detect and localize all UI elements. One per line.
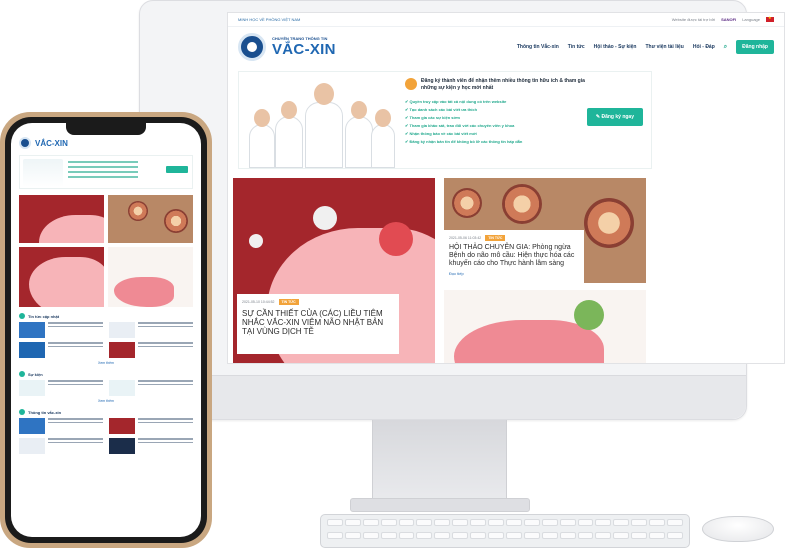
mobile-article-tile[interactable] bbox=[19, 195, 104, 243]
main-nav: Thông tin Vắc-xin Tin tức Hội thảo - Sự … bbox=[517, 40, 774, 54]
read-more-link[interactable]: Đọc tiếp bbox=[449, 271, 579, 276]
article-date: 2021-05-06 11:03:42 bbox=[449, 236, 482, 240]
mouse bbox=[702, 516, 774, 542]
article-tag[interactable]: TIN TỨC bbox=[278, 299, 299, 305]
list-item[interactable] bbox=[19, 342, 103, 358]
mobile-article-tile[interactable] bbox=[108, 247, 193, 307]
user-icon bbox=[405, 78, 417, 90]
imac-chin bbox=[140, 375, 746, 419]
phone-frame: VẮC-XIN Tin tức cập nhật Xem thêm Sự kiệ… bbox=[0, 112, 212, 548]
mobile-events-list bbox=[19, 380, 193, 396]
featured-article-right[interactable]: 2021-05-06 11:03:42 TIN TỨC HỘI THẢO CHU… bbox=[444, 178, 646, 283]
mobile-vaccine-list bbox=[19, 418, 193, 454]
list-item[interactable] bbox=[19, 438, 103, 454]
login-button[interactable]: Đăng nhập bbox=[736, 40, 774, 54]
nav-item-vaccine-info[interactable]: Thông tin Vắc-xin bbox=[517, 44, 559, 50]
keyboard bbox=[320, 514, 690, 548]
benefit-item: Tham gia khảo sát, trao đổi với các chuy… bbox=[405, 122, 585, 130]
list-item[interactable] bbox=[109, 438, 193, 454]
list-item[interactable] bbox=[109, 418, 193, 434]
view-more-link[interactable]: Xem thêm bbox=[11, 399, 201, 403]
benefit-item: Tham gia các sự kiện sớm bbox=[405, 114, 585, 122]
logo-emblem-icon bbox=[19, 137, 31, 149]
desktop-website: MINH HỌC VỀ PHÒNG VIỆT NAM Website được … bbox=[227, 12, 785, 364]
site-logo[interactable]: CHUYÊN TRANG THÔNG TIN VẮC-XIN bbox=[238, 33, 336, 61]
signup-banner: Đăng ký thành viên để nhận thêm nhiều th… bbox=[238, 71, 652, 169]
mobile-register-button[interactable] bbox=[166, 166, 188, 173]
nav-item-events[interactable]: Hội thảo - Sự kiện bbox=[594, 44, 637, 50]
vietnam-flag-icon[interactable] bbox=[766, 15, 774, 22]
doctors-illustration bbox=[245, 76, 395, 168]
mobile-news-list bbox=[19, 322, 193, 358]
list-item[interactable] bbox=[19, 322, 103, 338]
view-more-link[interactable]: Xem thêm bbox=[11, 361, 201, 365]
mobile-article-tile[interactable] bbox=[108, 195, 193, 243]
article-title[interactable]: HỘI THẢO CHUYÊN GIA: Phòng ngừa Bệnh do … bbox=[449, 244, 579, 268]
section-icon bbox=[19, 409, 25, 415]
section-header: Tin tức cập nhật bbox=[19, 313, 193, 319]
nav-item-library[interactable]: Thư viện tài liệu bbox=[645, 44, 683, 50]
benefits-list: Quyền truy cập vào tất cả nội dung có tr… bbox=[405, 98, 585, 146]
top-strip-right: Website được tài trợ bởi SANOFI Language bbox=[671, 15, 774, 22]
benefit-item: Quyền truy cập vào tất cả nội dung có tr… bbox=[405, 98, 585, 106]
top-strip: MINH HỌC VỀ PHÒNG VIỆT NAM Website được … bbox=[228, 13, 784, 27]
mobile-article-tile[interactable] bbox=[19, 247, 104, 307]
top-strip-left[interactable]: MINH HỌC VỀ PHÒNG VIỆT NAM bbox=[238, 17, 300, 22]
article-card[interactable]: 2021-05-06 11:03:42 TIN TỨC HỘI THẢO CHU… bbox=[444, 230, 584, 283]
site-header: CHUYÊN TRANG THÔNG TIN VẮC-XIN Thông tin… bbox=[228, 27, 784, 67]
article-tag[interactable]: TIN TỨC bbox=[485, 235, 506, 241]
nav-item-news[interactable]: Tin tức bbox=[568, 44, 585, 50]
list-item[interactable] bbox=[109, 342, 193, 358]
register-button[interactable]: ✎ Đăng ký ngay bbox=[586, 108, 643, 126]
benefit-item: Nhận thông báo về các bài viết mới bbox=[405, 130, 585, 138]
section-header: Sự kiện bbox=[19, 371, 193, 377]
sponsor-text: Website được tài trợ bởi bbox=[671, 17, 716, 22]
section-header: Thông tin vắc-xin bbox=[19, 409, 193, 415]
imac-stand-foot bbox=[350, 498, 530, 512]
signup-text: Đăng ký thành viên để nhận thêm nhiều th… bbox=[405, 78, 585, 146]
nav-item-qa[interactable]: Hỏi - Đáp bbox=[693, 44, 715, 50]
mobile-website: VẮC-XIN Tin tức cập nhật Xem thêm Sự kiệ… bbox=[11, 123, 201, 537]
list-item[interactable] bbox=[19, 418, 103, 434]
article-thumbnail[interactable] bbox=[444, 290, 646, 363]
list-item[interactable] bbox=[19, 380, 103, 396]
benefit-item: Tạo danh sách các bài viết ưa thích bbox=[405, 106, 585, 114]
section-icon bbox=[19, 371, 25, 377]
list-item[interactable] bbox=[109, 380, 193, 396]
list-item[interactable] bbox=[109, 322, 193, 338]
virus-icon bbox=[249, 234, 263, 248]
phone-notch bbox=[66, 123, 146, 135]
logo-name: VẮC-XIN bbox=[272, 41, 336, 58]
mobile-logo-name[interactable]: VẮC-XIN bbox=[35, 139, 68, 148]
virus-icon bbox=[574, 300, 604, 330]
signup-title: Đăng ký thành viên để nhận thêm nhiều th… bbox=[405, 78, 585, 92]
featured-article-left[interactable]: 2021-05-10 10:44:52 TIN TỨC SỰ CẦN THIẾT… bbox=[233, 178, 435, 363]
virus-icon bbox=[379, 222, 413, 256]
benefit-item: Đăng ký nhận bản tin để không bỏ lỡ các … bbox=[405, 138, 585, 146]
sponsor-logo: SANOFI bbox=[721, 17, 737, 22]
section-icon bbox=[19, 313, 25, 319]
mobile-featured-grid bbox=[19, 195, 193, 307]
article-title[interactable]: SỰ CẦN THIẾT CỦA (CÁC) LIỀU TIÊM NHẮC VẮ… bbox=[242, 309, 394, 336]
logo-emblem-icon bbox=[238, 33, 266, 61]
mobile-signup-banner bbox=[19, 155, 193, 189]
imac-stand bbox=[372, 420, 507, 500]
search-icon[interactable]: ⌕ bbox=[724, 44, 727, 51]
virus-icon bbox=[313, 206, 337, 230]
device-mockup-scene: MINH HỌC VỀ PHÒNG VIỆT NAM Website được … bbox=[0, 0, 791, 552]
language-label: Language bbox=[742, 17, 760, 22]
article-card[interactable]: 2021-05-10 10:44:52 TIN TỨC SỰ CẦN THIẾT… bbox=[237, 294, 399, 354]
article-date: 2021-05-10 10:44:52 bbox=[242, 300, 275, 304]
